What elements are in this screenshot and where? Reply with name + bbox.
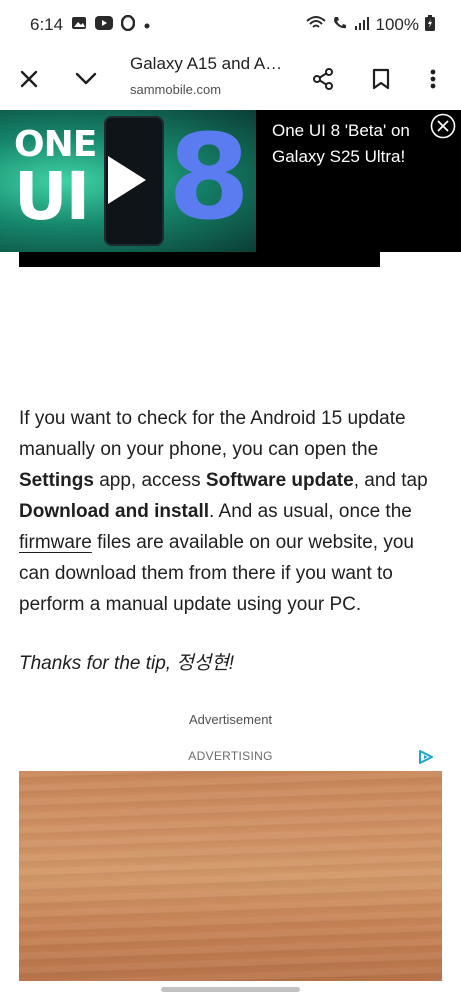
page-url: sammobile.com	[130, 82, 222, 97]
close-circle-icon	[430, 113, 456, 139]
battery-percent: 100%	[375, 15, 419, 34]
gallery-icon	[71, 15, 87, 36]
adchoices-button[interactable]	[417, 749, 435, 765]
video-title[interactable]: One UI 8 'Beta' on Galaxy S25 Ultra!	[272, 118, 442, 170]
video-thumbnail[interactable]: ONE UI 8	[0, 110, 256, 252]
battery-icon	[425, 14, 435, 36]
page-title: Galaxy A15 and A…	[130, 54, 283, 73]
text-run: . And as usual, once the	[209, 501, 412, 522]
text-run: If you want to check for the Android 15 …	[19, 408, 406, 460]
clock: 6:14	[30, 15, 64, 34]
advertisement-label: Advertisement	[188, 712, 273, 727]
bookmark-icon	[372, 68, 390, 90]
more-options-button[interactable]	[416, 62, 450, 96]
ad-image[interactable]	[19, 771, 442, 981]
bold-settings: Settings	[19, 470, 94, 491]
thumb-text-ui: UI	[14, 158, 90, 235]
tip-credit: Thanks for the tip, 정성현!	[19, 653, 235, 674]
bold-software-update: Software update	[205, 470, 354, 491]
embedded-media-edge	[19, 252, 380, 267]
dot-icon	[143, 15, 151, 35]
firmware-link[interactable]: firmware	[19, 532, 92, 553]
status-bar: 6:14 100%	[0, 0, 461, 50]
minimize-tab-button[interactable]	[69, 62, 103, 96]
text-run: app, access	[93, 470, 206, 491]
youtube-icon	[95, 15, 114, 35]
status-left: 6:14	[30, 14, 151, 36]
wifi-icon	[305, 15, 326, 36]
close-icon	[20, 70, 38, 88]
more-vert-icon	[430, 69, 436, 89]
floating-video-player[interactable]: ONE UI 8 One UI 8 'Beta' on Galaxy S25 U…	[0, 110, 461, 252]
gesture-home-bar[interactable]	[161, 987, 300, 992]
close-video-button[interactable]	[430, 113, 456, 139]
bookmark-button[interactable]	[364, 62, 398, 96]
article-paragraph: If you want to check for the Android 15 …	[19, 403, 449, 620]
custom-tab-toolbar: Galaxy A15 and A… sammobile.com	[0, 50, 461, 108]
status-right: 100%	[305, 14, 435, 36]
chevron-down-icon	[75, 72, 97, 85]
play-icon[interactable]	[108, 156, 146, 204]
text-run: , and tap	[353, 470, 428, 491]
close-tab-button[interactable]	[12, 62, 46, 96]
advertising-header: ADVERTISING	[188, 749, 273, 763]
wifi-calling-icon	[332, 15, 348, 36]
adchoices-icon	[419, 750, 433, 764]
signal-icon	[354, 15, 370, 35]
share-icon	[313, 68, 333, 90]
bold-download-install: Download and install	[19, 501, 210, 522]
share-button[interactable]	[306, 62, 340, 96]
opera-icon	[120, 14, 136, 36]
thumb-text-eight: 8	[168, 110, 251, 246]
